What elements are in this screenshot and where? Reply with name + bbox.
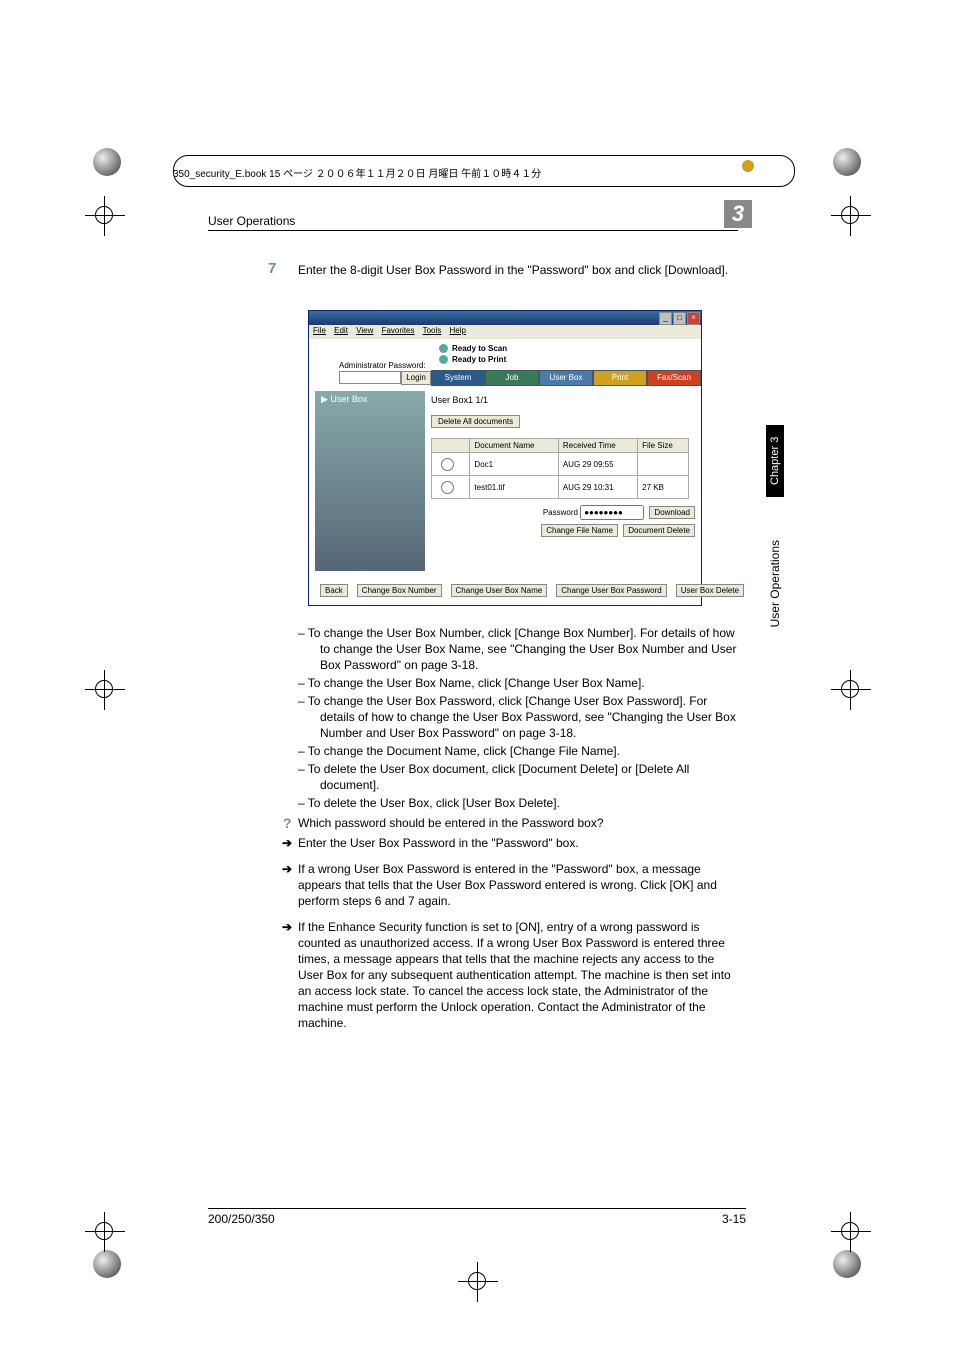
menubar: File Edit View Favorites Tools Help <box>309 325 701 339</box>
tab-system[interactable]: System <box>431 370 485 386</box>
status-print: Ready to Print <box>452 354 506 365</box>
print-line: 350_security_E.book 15 ページ ２００６年１１月２０日 月… <box>173 165 541 180</box>
header-section: User Operations <box>208 214 295 228</box>
change-box-number-button[interactable]: Change Box Number <box>357 584 442 597</box>
col-select <box>432 439 470 453</box>
cell: AUG 29 10:31 <box>558 476 637 499</box>
sidebar: ▶ User Box <box>315 391 425 571</box>
col-docname: Document Name <box>470 439 558 453</box>
arrow-icon: ➔ <box>282 919 292 935</box>
question-text: Which password should be entered in the … <box>298 816 604 830</box>
password-input[interactable] <box>580 505 644 520</box>
cell: AUG 29 09:55 <box>558 453 637 476</box>
bullet: – To change the Document Name, click [Ch… <box>298 743 740 759</box>
titlebar: _□× <box>309 311 701 325</box>
tab-userbox[interactable]: User Box <box>539 370 593 386</box>
footer-left: 200/250/350 <box>208 1212 275 1226</box>
cell: 27 KB <box>638 476 689 499</box>
crop-mark <box>841 680 859 698</box>
side-chapter-tab: Chapter 3 <box>766 425 784 497</box>
user-box-delete-button[interactable]: User Box Delete <box>676 584 744 597</box>
tab-job[interactable]: Job <box>485 370 539 386</box>
tab-faxscan[interactable]: Fax/Scan <box>647 370 701 386</box>
menu-favorites[interactable]: Favorites <box>382 326 415 335</box>
menu-file[interactable]: File <box>313 326 326 335</box>
back-button[interactable]: Back <box>320 584 348 597</box>
answer-text: If a wrong User Box Password is entered … <box>298 862 717 908</box>
crop-mark <box>95 680 113 698</box>
row-radio[interactable] <box>441 481 454 494</box>
answer-text: If the Enhance Security function is set … <box>298 920 731 1030</box>
screenshot-window: _□× File Edit View Favorites Tools Help … <box>308 310 702 606</box>
table-row: Doc1AUG 29 09:55 <box>432 453 689 476</box>
status-scan: Ready to Scan <box>452 343 507 354</box>
arrow-icon: ➔ <box>282 861 292 877</box>
cell: Doc1 <box>470 453 558 476</box>
col-size: File Size <box>638 439 689 453</box>
window-controls: _□× <box>659 312 700 325</box>
document-delete-button[interactable]: Document Delete <box>623 524 695 537</box>
change-file-name-button[interactable]: Change File Name <box>541 524 618 537</box>
menu-help[interactable]: Help <box>450 326 466 335</box>
crop-mark <box>95 206 113 224</box>
crop-mark <box>95 1222 113 1240</box>
change-user-box-password-button[interactable]: Change User Box Password <box>556 584 667 597</box>
answer-text: Enter the User Box Password in the "Pass… <box>298 836 579 850</box>
registration-ball <box>833 148 861 176</box>
bullet: – To delete the User Box document, click… <box>298 761 740 793</box>
box-title: User Box1 1/1 <box>431 395 695 405</box>
help-icon <box>742 160 754 172</box>
nav-tabs: System Job User Box Print Fax/Scan <box>431 370 701 386</box>
bullet: – To change the User Box Name, click [Ch… <box>298 675 740 691</box>
scan-icon <box>439 344 448 353</box>
file-buttons-row: Change File Name Document Delete <box>431 526 695 535</box>
tab-print[interactable]: Print <box>593 370 647 386</box>
crop-mark <box>468 1272 486 1290</box>
bullet: – To delete the User Box, click [User Bo… <box>298 795 740 811</box>
col-time: Received Time <box>558 439 637 453</box>
download-button[interactable]: Download <box>649 506 695 519</box>
admin-label: Administrator Password: <box>339 361 426 370</box>
page: 350_security_E.book 15 ページ ２００６年１１月２０日 月… <box>0 0 954 1350</box>
header-rule <box>208 230 738 231</box>
close-icon[interactable]: × <box>687 312 700 325</box>
document-table: Document NameReceived TimeFile Size Doc1… <box>431 438 689 499</box>
print-icon <box>439 355 448 364</box>
crop-mark <box>841 1222 859 1240</box>
table-row: test01.tifAUG 29 10:3127 KB <box>432 476 689 499</box>
bullet: – To change the User Box Password, click… <box>298 693 740 741</box>
step-number: 7 <box>268 260 276 277</box>
change-user-box-name-button[interactable]: Change User Box Name <box>451 584 548 597</box>
crop-mark <box>841 206 859 224</box>
side-section-label: User Operations <box>768 540 782 627</box>
bullet: – To change the User Box Number, click [… <box>298 625 740 673</box>
minimize-icon[interactable]: _ <box>659 312 672 325</box>
step-text: Enter the 8-digit User Box Password in t… <box>298 262 738 278</box>
admin-password-input[interactable] <box>339 371 401 384</box>
sidebar-item-userbox[interactable]: ▶ User Box <box>315 391 425 408</box>
cell: test01.tif <box>470 476 558 499</box>
registration-ball <box>833 1250 861 1278</box>
registration-ball <box>93 1250 121 1278</box>
password-label: Password <box>543 508 578 517</box>
chapter-number: 3 <box>724 200 752 228</box>
maximize-icon[interactable]: □ <box>673 312 686 325</box>
login-button[interactable]: Login <box>401 371 431 385</box>
password-row: Password Download <box>431 505 695 520</box>
cell <box>638 453 689 476</box>
body-text: – To change the User Box Number, click [… <box>298 625 740 1031</box>
footer-rule <box>208 1208 746 1209</box>
menu-edit[interactable]: Edit <box>334 326 348 335</box>
footer-right: 3-15 <box>722 1212 746 1226</box>
menu-tools[interactable]: Tools <box>423 326 442 335</box>
registration-ball <box>93 148 121 176</box>
bottom-buttons: Back Change Box Number Change User Box N… <box>317 584 693 597</box>
delete-all-button[interactable]: Delete All documents <box>431 415 520 428</box>
main-panel: User Box1 1/1 Delete All documents Docum… <box>431 391 695 535</box>
arrow-icon: ➔ <box>282 835 292 851</box>
row-radio[interactable] <box>441 458 454 471</box>
menu-view[interactable]: View <box>356 326 373 335</box>
question-icon: ? <box>283 815 292 831</box>
